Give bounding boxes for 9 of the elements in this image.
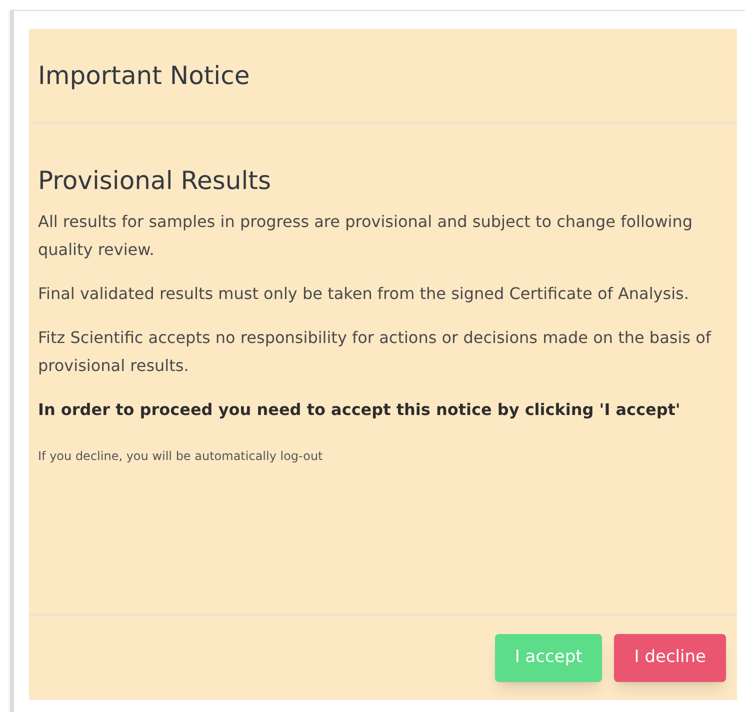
notice-text: If you decline, you will be automatically log-out	[38, 448, 324, 464]
dialog-title: Important Notice	[38, 60, 250, 92]
notice-text: Fitz Scientific accepts no responsibility for actions or decisions made on the basis of provisional results.	[38, 326, 712, 376]
section-heading: Provisional Results	[38, 165, 272, 197]
notice-text: Final validated results must only be taken from the signed Certificate of Analysis.	[38, 282, 690, 304]
notice-text: In order to proceed you need to accept this notice by clicking 'I accept'	[38, 398, 682, 420]
accept-button[interactable]: I accept	[494, 634, 602, 682]
notice-text: All results for samples in progress are provisional and subject to change following quality review.	[38, 210, 694, 260]
decline-button[interactable]: I decline	[614, 634, 726, 682]
